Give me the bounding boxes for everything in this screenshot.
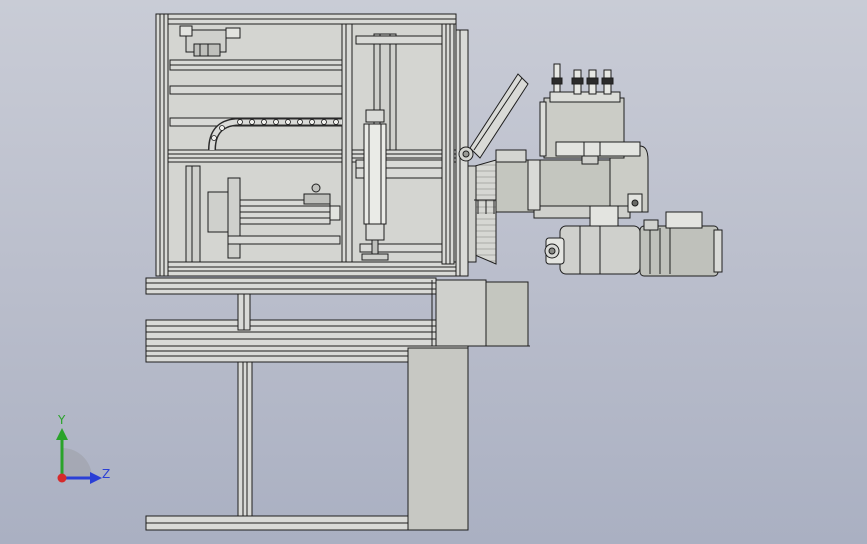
triad-graphic xyxy=(56,428,102,484)
triad-plane-icon xyxy=(62,448,92,478)
z-axis-label: Z xyxy=(102,467,111,481)
feed-hopper xyxy=(467,159,497,265)
cad-viewport[interactable]: Y Z xyxy=(0,0,867,544)
inclined-arm xyxy=(458,73,529,162)
origin-dot-icon xyxy=(57,473,67,483)
stand-side-plates xyxy=(407,279,530,531)
vertical-pneumatic-cylinder xyxy=(361,109,389,261)
y-axis-label: Y xyxy=(58,413,66,427)
machine-assembly-drawing[interactable] xyxy=(0,0,867,544)
coordinate-triad: Y Z xyxy=(40,414,120,494)
valve-block xyxy=(539,63,641,165)
spindle-motor xyxy=(544,211,723,277)
